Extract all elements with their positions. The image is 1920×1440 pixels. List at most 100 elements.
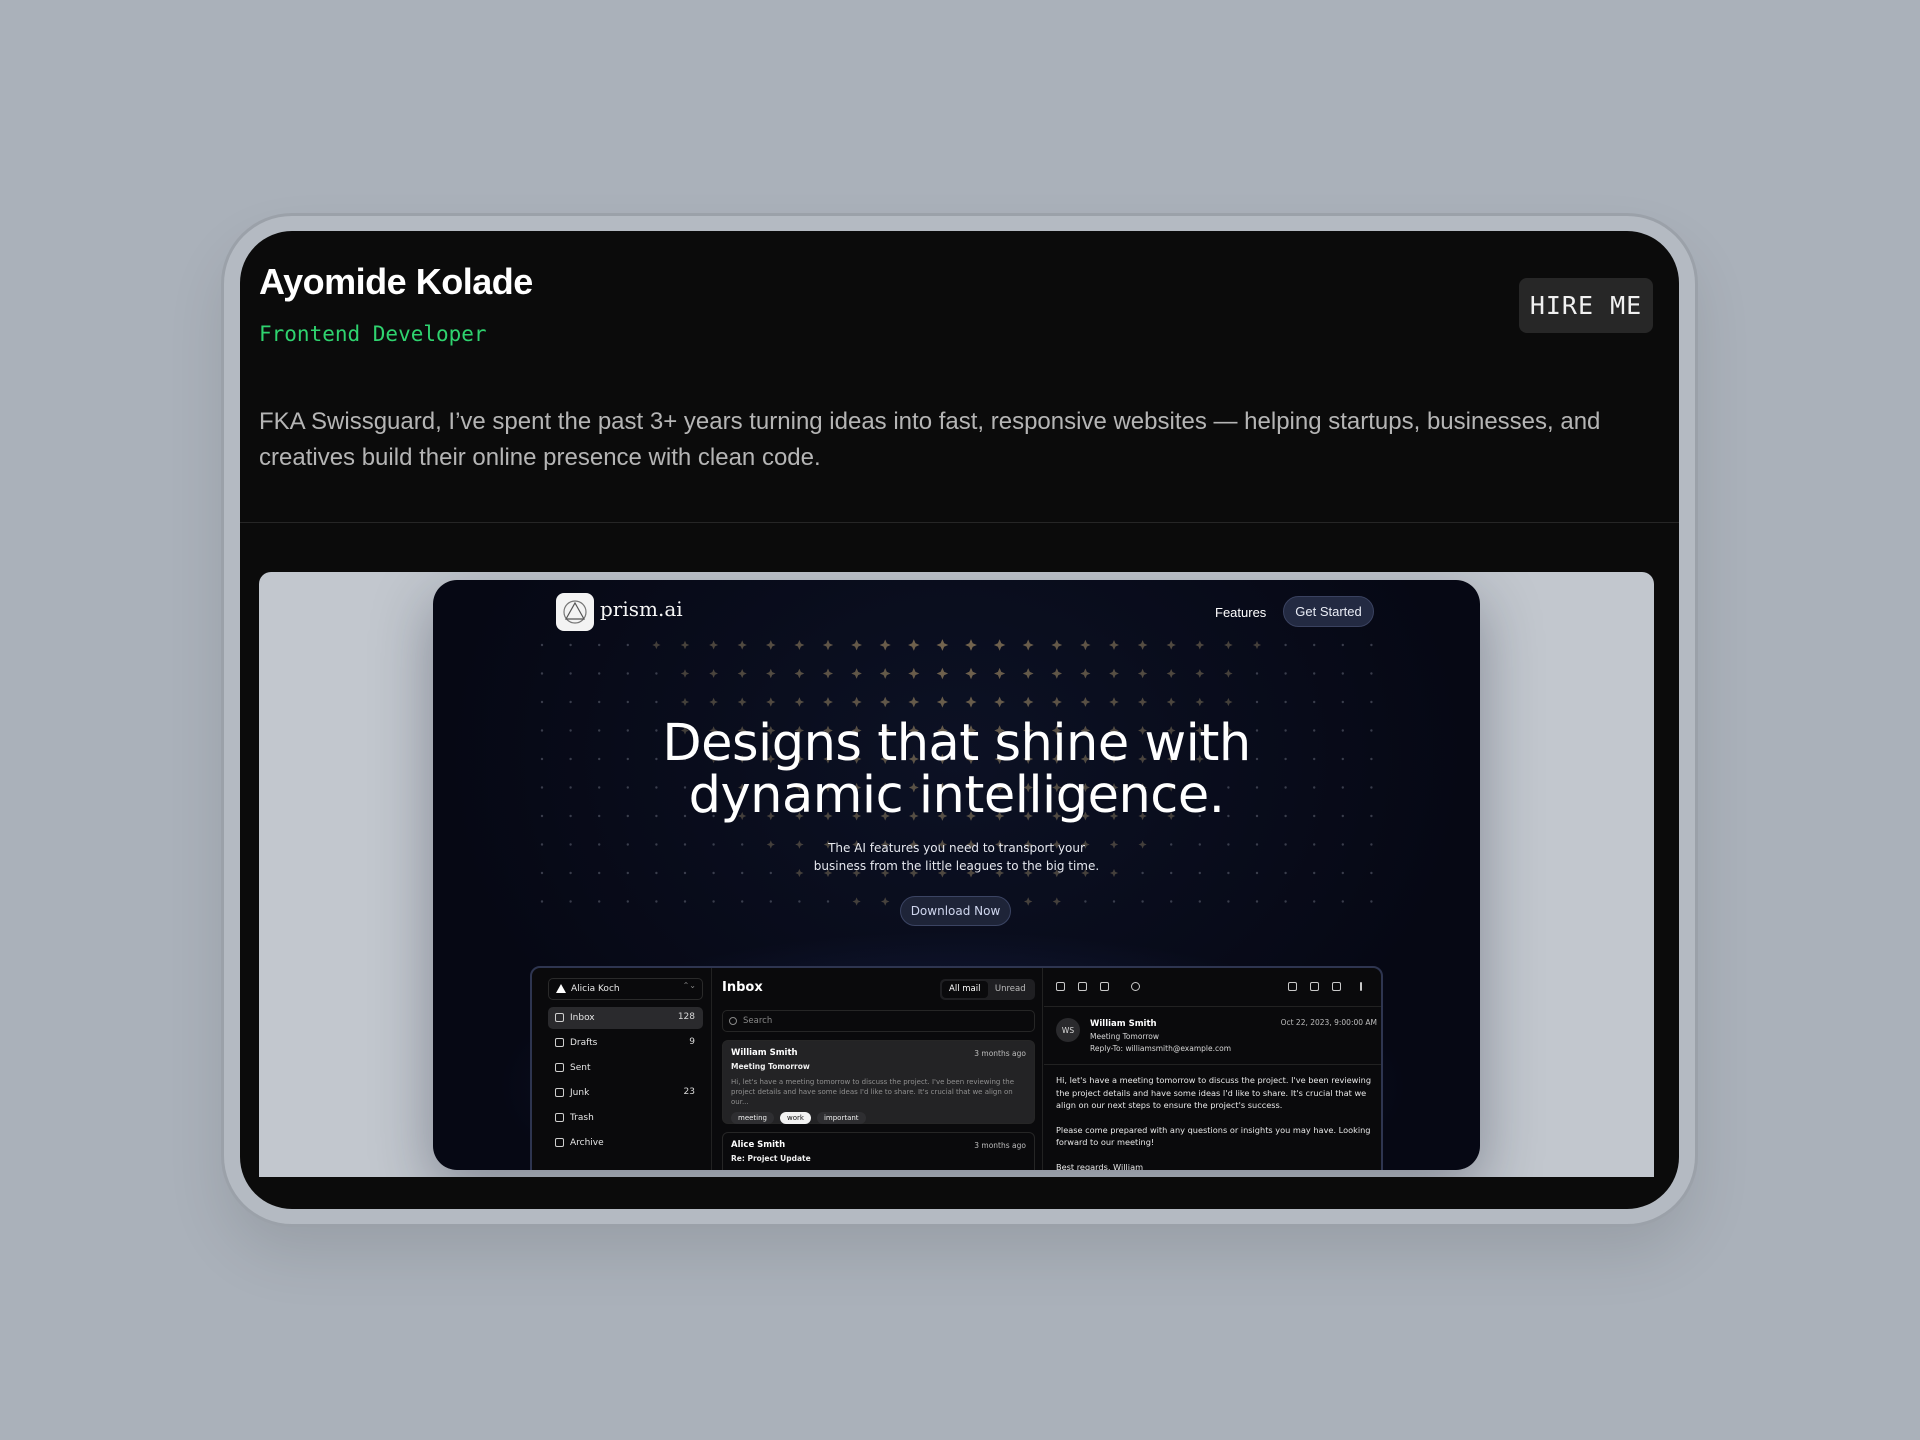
sparkle-dot bbox=[908, 639, 920, 651]
nav-item-sent: Sent bbox=[548, 1057, 703, 1079]
file-icon bbox=[555, 1038, 564, 1047]
reply-icon bbox=[1288, 982, 1297, 991]
sparkle-dot bbox=[655, 900, 658, 903]
sparkle-dot bbox=[1108, 639, 1120, 651]
detail-paragraph: Best regards, William bbox=[1056, 1161, 1144, 1171]
tag: work bbox=[780, 1112, 811, 1124]
sparkle-dot bbox=[1137, 697, 1148, 707]
sparkle-dot bbox=[540, 900, 544, 903]
sparkle-dot bbox=[1341, 700, 1344, 704]
nav-label: Junk bbox=[570, 1088, 590, 1098]
sparkle-dot bbox=[1284, 643, 1287, 647]
sparkle-dot bbox=[1198, 900, 1201, 903]
archive-icon bbox=[1056, 982, 1065, 991]
sparkle-dot bbox=[1313, 643, 1316, 647]
mail-subject: Re: Project Update bbox=[731, 1154, 811, 1163]
nav-label: Trash bbox=[570, 1113, 594, 1123]
nav-item-drafts: Drafts 9 bbox=[548, 1032, 703, 1054]
sparkle-dot bbox=[655, 700, 658, 704]
sender-avatar: WS bbox=[1056, 1018, 1080, 1042]
sparkle-dot bbox=[655, 672, 658, 675]
tag: important bbox=[816, 1112, 866, 1124]
mail-filter-tabs: All mail Unread bbox=[940, 979, 1035, 1000]
sparkle-dot bbox=[936, 667, 949, 680]
tab-unread: Unread bbox=[994, 984, 1026, 994]
sparkle-dot bbox=[1112, 900, 1116, 903]
sparkle-dot bbox=[1313, 900, 1316, 903]
sparkle-dot bbox=[794, 697, 805, 707]
mail-app-mockup: Alicia Koch ⌃⌄ Inbox 128 Drafts 9 Sent J… bbox=[530, 966, 1383, 1170]
nav-label: Inbox bbox=[570, 1013, 595, 1023]
sparkle-dot bbox=[737, 640, 747, 650]
sparkle-dot bbox=[936, 639, 949, 651]
sparkle-dot bbox=[1195, 669, 1205, 678]
sparkle-dot bbox=[879, 696, 891, 708]
sparkle-dot bbox=[1052, 897, 1061, 906]
sparkle-dot bbox=[852, 897, 861, 906]
download-now-button: Download Now bbox=[900, 896, 1011, 926]
sparkle-dot bbox=[626, 643, 629, 647]
nav-item-junk: Junk 23 bbox=[548, 1082, 703, 1104]
sparkle-dot bbox=[709, 640, 719, 650]
sparkle-dot bbox=[1080, 639, 1091, 651]
nav-label: Archive bbox=[570, 1138, 604, 1148]
nav-item-inbox: Inbox 128 bbox=[548, 1007, 703, 1029]
account-logo-icon bbox=[556, 984, 566, 993]
sparkle-dot bbox=[540, 643, 544, 647]
sparkle-dot bbox=[1370, 700, 1373, 704]
mail-preview: Hi, let's have a meeting tomorrow to dis… bbox=[731, 1078, 1015, 1106]
detail-paragraph: Hi, let's have a meeting tomorrow to dis… bbox=[1056, 1075, 1372, 1110]
sparkle-dot bbox=[1109, 697, 1119, 707]
sparkle-dot bbox=[1137, 640, 1148, 650]
hero-subtitle-line-2: business from the little leagues to the … bbox=[813, 859, 1100, 873]
sparkle-dot bbox=[626, 900, 629, 903]
search-icon bbox=[729, 1017, 737, 1025]
sparkle-dot bbox=[598, 672, 601, 675]
sparkle-dot bbox=[1166, 697, 1176, 707]
sparkle-dot bbox=[822, 639, 834, 651]
sparkle-dot bbox=[1166, 668, 1176, 679]
sparkle-dot bbox=[1370, 643, 1373, 647]
sparkle-dot bbox=[1252, 640, 1262, 650]
sparkle-dot bbox=[1341, 643, 1344, 647]
trash-icon bbox=[555, 1113, 564, 1122]
sparkle-dot bbox=[1284, 900, 1287, 903]
tag: meeting bbox=[731, 1112, 775, 1124]
sparkle-dot bbox=[737, 697, 747, 707]
hero-subtitle: The AI features you need to transport yo… bbox=[433, 839, 1480, 875]
hire-me-button[interactable]: HIRE ME bbox=[1519, 278, 1653, 333]
project-preview[interactable]: prism.ai Features Get Started Designs th… bbox=[259, 572, 1654, 1177]
sparkle-dot bbox=[794, 668, 805, 679]
sparkle-dot bbox=[1022, 639, 1034, 651]
search-placeholder: Search bbox=[743, 1016, 773, 1026]
account-name: Alicia Koch bbox=[571, 984, 620, 994]
sparkle-dot bbox=[965, 667, 977, 680]
sparkle-dot bbox=[851, 668, 862, 679]
sparkle-dot bbox=[569, 643, 572, 647]
developer-role: Frontend Developer bbox=[259, 322, 487, 346]
device-frame: Ayomide Kolade Frontend Developer HIRE M… bbox=[224, 216, 1695, 1224]
account-switcher: Alicia Koch ⌃⌄ bbox=[548, 978, 703, 1000]
sparkle-dot bbox=[598, 643, 601, 647]
sparkle-dot bbox=[1255, 672, 1259, 675]
hero-headline: Designs that shine with dynamic intellig… bbox=[433, 718, 1480, 822]
sparkle-dot bbox=[1255, 900, 1259, 903]
sparkle-dot bbox=[936, 696, 948, 708]
mail-subject: Meeting Tomorrow bbox=[731, 1062, 810, 1071]
sparkle-dot bbox=[1227, 900, 1230, 903]
mail-time: 3 months ago bbox=[974, 1141, 1026, 1150]
sparkle-dot bbox=[1224, 697, 1233, 707]
sparkle-dot bbox=[794, 639, 805, 651]
sparkle-dot bbox=[1080, 697, 1091, 707]
hero-subtitle-line-1: The AI features you need to transport yo… bbox=[828, 841, 1085, 855]
sparkle-dot bbox=[680, 640, 690, 650]
clock-icon bbox=[1131, 982, 1140, 991]
developer-name: Ayomide Kolade bbox=[259, 261, 533, 302]
sparkle-dot bbox=[683, 900, 687, 903]
sparkle-dot bbox=[1109, 668, 1119, 679]
mail-list: Inbox All mail Unread Search William Smi… bbox=[713, 968, 1043, 1170]
portfolio-card: Ayomide Kolade Frontend Developer HIRE M… bbox=[240, 231, 1679, 1209]
sparkle-dot bbox=[680, 697, 690, 707]
sparkle-dot bbox=[1137, 668, 1148, 679]
nav-count: 128 bbox=[677, 1012, 695, 1022]
